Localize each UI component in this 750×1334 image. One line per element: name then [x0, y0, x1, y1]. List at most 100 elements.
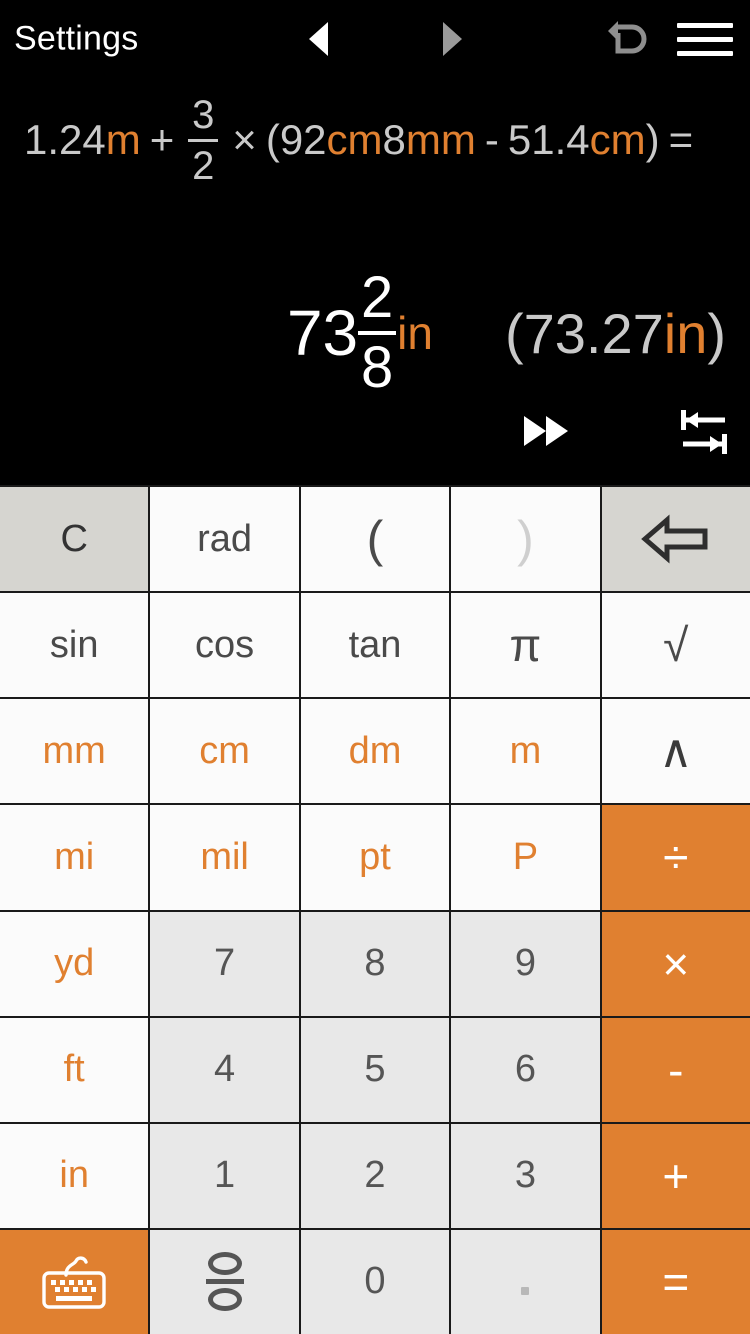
fast-forward-icon — [524, 416, 568, 446]
sqrt-key-label: √ — [663, 619, 689, 672]
menu-button[interactable] — [674, 14, 736, 64]
ft-unit-key[interactable]: ft — [0, 1017, 149, 1122]
mm-unit-key-label: mm — [42, 729, 106, 772]
mi-unit-key[interactable]: mi — [0, 805, 149, 910]
expr-fraction-bar — [188, 138, 219, 142]
calculator-display[interactable]: 1.24 m + 3 2 × (92 cm 8 mm - 51.4 cm) = 73 2 … — [0, 78, 750, 485]
sin-key-label: sin — [49, 623, 99, 666]
result-numerator: 2 — [361, 265, 394, 330]
digit-2-key-label: 2 — [364, 1154, 386, 1197]
open-paren-key[interactable]: ( — [300, 487, 450, 592]
digit-7-key-label: 7 — [214, 942, 236, 985]
backspace-arrow-icon — [640, 514, 708, 564]
fast-forward-button[interactable] — [510, 403, 582, 459]
m-unit-key-label: m — [509, 729, 542, 772]
decimal-point-key[interactable] — [451, 1229, 600, 1334]
approx-value: 73.27 — [523, 301, 664, 365]
expr-operand-1: 1.24 — [24, 116, 106, 163]
pi-key[interactable]: π — [451, 593, 600, 698]
expr-plus-operator: + — [149, 116, 175, 163]
digit-2-key[interactable]: 2 — [300, 1123, 450, 1228]
yd-unit-key[interactable]: yd — [0, 911, 149, 1016]
power-key[interactable]: ∧ — [601, 699, 750, 804]
expression-line: 1.24 m + 3 2 × (92 cm 8 mm - 51.4 cm) = — [24, 92, 726, 188]
display-toolbar — [0, 393, 750, 473]
rad-key[interactable]: rad — [150, 487, 299, 592]
result-mixed-number: 73 2 8 in — [287, 269, 433, 397]
equals-key[interactable]: = — [601, 1229, 750, 1334]
m-unit-key[interactable]: m — [451, 699, 600, 804]
digit-6-key[interactable]: 6 — [451, 1017, 600, 1122]
digit-0-key[interactable]: 0 — [300, 1229, 450, 1334]
pt-unit-key[interactable]: pt — [300, 805, 450, 910]
divide-key[interactable]: ÷ — [601, 805, 750, 910]
multiply-key[interactable]: × — [601, 911, 750, 1016]
decimal-dot-icon — [521, 1286, 530, 1295]
tan-key[interactable]: tan — [300, 593, 450, 698]
minus-key[interactable]: - — [601, 1017, 750, 1122]
result-denominator: 8 — [361, 335, 394, 400]
clear-key[interactable]: C — [0, 487, 149, 592]
expr-fraction-denominator: 2 — [192, 143, 215, 188]
digit-6-key-label: 6 — [514, 1048, 536, 1091]
expr-operand-3: 8 — [382, 116, 406, 163]
minus-key-label: - — [668, 1043, 684, 1096]
cm-unit-key[interactable]: cm — [150, 699, 299, 804]
tan-key-label: tan — [348, 623, 402, 666]
in-unit-key-label: in — [59, 1154, 89, 1197]
cos-key[interactable]: cos — [150, 593, 299, 698]
multiply-key-label: × — [662, 937, 690, 990]
fraction-glyph-icon — [205, 1252, 244, 1312]
app-header: Settings — [0, 0, 750, 78]
digit-9-key-label: 9 — [514, 942, 536, 985]
open-paren-key-label: ( — [366, 511, 384, 568]
digit-9-key[interactable]: 9 — [451, 911, 600, 1016]
next-arrow-icon — [442, 22, 462, 56]
clear-key-label: C — [60, 517, 88, 560]
backspace-key[interactable] — [601, 487, 750, 592]
digit-1-key-label: 1 — [214, 1154, 236, 1197]
dm-unit-key[interactable]: dm — [300, 699, 450, 804]
nav-next-button[interactable] — [430, 16, 474, 62]
mm-unit-key[interactable]: mm — [0, 699, 149, 804]
hamburger-line — [677, 22, 733, 28]
digit-8-key[interactable]: 8 — [300, 911, 450, 1016]
plus-key-label: + — [662, 1149, 690, 1202]
fit-width-button[interactable] — [672, 403, 736, 461]
page-title: Settings — [14, 19, 139, 58]
keypad: Crad () sin cos tan π √ mm cm dm m ∧ mi mil pt P ÷ yd 7 8 9 ×… — [0, 485, 750, 1334]
in-unit-key[interactable]: in — [0, 1123, 149, 1228]
sqrt-key[interactable]: √ — [601, 593, 750, 698]
sin-key[interactable]: sin — [0, 593, 149, 698]
cos-key-label: cos — [195, 623, 255, 666]
expr-unit-1: m — [105, 116, 141, 163]
digit-1-key[interactable]: 1 — [150, 1123, 299, 1228]
pi-key-label: π — [509, 619, 542, 672]
mil-unit-key-label: mil — [200, 835, 249, 878]
dm-unit-key-label: dm — [348, 729, 402, 772]
expr-unit-2: cm — [326, 116, 383, 163]
plus-key[interactable]: + — [601, 1123, 750, 1228]
keyboard-icon — [42, 1256, 106, 1309]
expr-operand-4: 51.4 — [507, 116, 590, 163]
close-paren-key[interactable]: ) — [451, 487, 600, 592]
pica-unit-key[interactable]: P — [451, 805, 600, 910]
expr-minus-operator: - — [484, 116, 499, 163]
expr-open-paren: ( — [265, 116, 280, 163]
digit-4-key[interactable]: 4 — [150, 1017, 299, 1122]
keyboard-toggle-key[interactable] — [0, 1229, 149, 1334]
approx-open-paren: ( — [504, 301, 524, 365]
mi-unit-key-label: mi — [54, 835, 95, 878]
equals-key-label: = — [662, 1255, 690, 1308]
result-fraction: 2 8 — [358, 265, 397, 400]
mil-unit-key[interactable]: mil — [150, 805, 299, 910]
prev-arrow-icon — [308, 22, 328, 56]
nav-prev-button[interactable] — [296, 16, 340, 62]
digit-5-key[interactable]: 5 — [300, 1017, 450, 1122]
divide-key-label: ÷ — [663, 831, 689, 884]
digit-3-key[interactable]: 3 — [451, 1123, 600, 1228]
hamburger-line — [677, 50, 733, 56]
fraction-template-key[interactable] — [150, 1229, 299, 1334]
undo-button[interactable] — [602, 11, 658, 67]
digit-7-key[interactable]: 7 — [150, 911, 299, 1016]
